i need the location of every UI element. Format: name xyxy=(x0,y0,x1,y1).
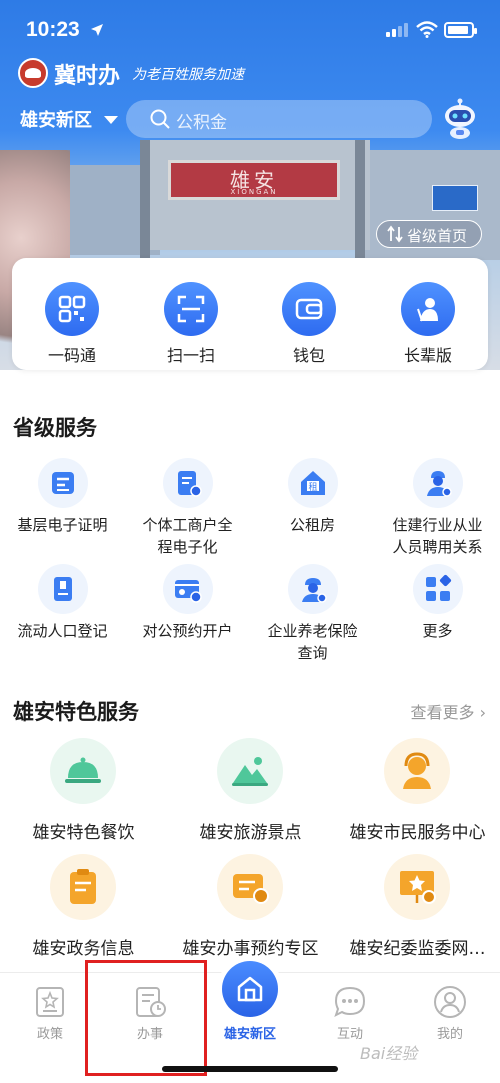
service-label: 企业养老保险 xyxy=(267,622,358,640)
search-icon xyxy=(150,109,170,129)
service-item[interactable]: 个体工商户全 程电子化 xyxy=(125,458,250,558)
featured-label: 雄安办事预约专区 xyxy=(182,939,319,959)
quick-actions-card: 一码通 扫一扫 钱包 长辈版 xyxy=(12,258,488,370)
appointment-icon xyxy=(233,874,269,904)
location-arrow-icon xyxy=(91,24,103,36)
nav-label: 雄安新区 xyxy=(223,1027,276,1042)
section-title: 省级服务 xyxy=(13,416,97,440)
featured-item[interactable]: 雄安办事预约专区 xyxy=(167,854,334,964)
app-slogan: 为老百姓服务加速 xyxy=(132,67,244,83)
quick-action-wallet[interactable]: 钱包 xyxy=(259,282,359,368)
featured-item[interactable]: 雄安特色餐饮 xyxy=(0,738,167,848)
provincial-home-label: 省级首页 xyxy=(407,227,468,245)
status-bar: 10:23 xyxy=(0,0,500,50)
featured-item[interactable]: 雄安纪委监委网… xyxy=(334,854,500,964)
search-bar[interactable]: 公积金 xyxy=(126,100,432,138)
home-icon xyxy=(237,976,263,1002)
quick-action-label: 扫一扫 xyxy=(166,346,215,365)
quick-action-scan[interactable]: 扫一扫 xyxy=(141,282,241,368)
featured-label: 雄安政务信息 xyxy=(32,939,135,959)
user-icon xyxy=(434,986,466,1018)
search-input[interactable]: 公积金 xyxy=(176,108,227,133)
service-item[interactable]: 对公预约开户 xyxy=(125,564,250,664)
construction-worker-icon xyxy=(427,471,452,497)
service-item[interactable]: 更多 xyxy=(375,564,500,664)
rental-house-icon: 租 xyxy=(301,471,325,495)
registration-book-icon xyxy=(54,577,72,601)
status-time: 10:23 xyxy=(26,18,80,41)
featured-label: 雄安旅游景点 xyxy=(199,823,302,843)
featured-item[interactable]: 雄安政务信息 xyxy=(0,854,167,964)
banner-pillar xyxy=(355,140,365,270)
view-more-label: 查看更多 xyxy=(410,703,475,722)
certificate-icon xyxy=(52,472,74,494)
banner-pillar xyxy=(140,140,150,270)
nav-item-mine[interactable]: 我的 xyxy=(400,979,500,1042)
award-board-icon xyxy=(400,871,436,904)
service-item[interactable]: 基层电子证明 xyxy=(0,458,125,558)
region-selector[interactable]: 雄安新区 xyxy=(20,106,92,132)
service-label: 流动人口登记 xyxy=(17,622,108,640)
service-item[interactable]: 企业养老保险 查询 xyxy=(250,564,375,664)
home-indicator[interactable] xyxy=(162,1066,338,1072)
highlight-annotation-box xyxy=(85,960,207,1076)
elder-icon xyxy=(417,298,438,322)
road-sign xyxy=(432,185,478,211)
quick-action-label: 长辈版 xyxy=(403,346,452,365)
banner-sign: 雄安 XIONGAN xyxy=(168,160,340,200)
more-grid-icon xyxy=(426,574,452,601)
scan-icon xyxy=(177,295,205,323)
featured-label: 雄安纪委监委网… xyxy=(349,939,486,959)
featured-item[interactable]: 雄安市民服务中心 xyxy=(334,738,500,848)
id-card-clock-icon xyxy=(175,580,202,603)
section-title: 雄安特色服务 xyxy=(13,700,139,724)
app-name: 冀时办 xyxy=(54,64,121,89)
view-more-link[interactable]: 查看更多 › xyxy=(410,699,486,723)
service-label: 查询 xyxy=(297,644,328,662)
clipboard-icon xyxy=(70,869,96,904)
service-label: 对公预约开户 xyxy=(142,622,233,640)
featured-label: 雄安特色餐饮 xyxy=(32,823,135,843)
qr-code-icon xyxy=(58,295,86,323)
service-agent-icon xyxy=(403,752,431,789)
service-label: 更多 xyxy=(422,622,453,640)
nav-item-home[interactable]: 雄安新区 xyxy=(200,961,300,1042)
robot-assistant-icon[interactable] xyxy=(442,98,478,140)
service-label: 个体工商户全 xyxy=(142,516,233,534)
swap-arrows-icon xyxy=(387,225,403,243)
service-item[interactable]: 租 公租房 xyxy=(250,458,375,558)
cellular-signal-icon xyxy=(386,23,408,37)
quick-action-label: 钱包 xyxy=(292,346,325,365)
provincial-home-button[interactable]: 省级首页 xyxy=(376,220,482,248)
battery-icon xyxy=(444,22,477,38)
elder-insurance-icon xyxy=(302,578,327,603)
policy-icon xyxy=(36,987,64,1017)
nav-item-interact[interactable]: 互动 xyxy=(300,979,400,1042)
mountain-icon xyxy=(232,757,268,786)
watermark: Bai经验 xyxy=(360,1044,418,1063)
chat-icon xyxy=(334,986,366,1017)
service-label: 住建行业从业 xyxy=(392,516,483,534)
service-label: 人员聘用关系 xyxy=(392,538,483,556)
svg-text:租: 租 xyxy=(308,482,317,493)
chevron-right-icon: › xyxy=(479,703,486,722)
wallet-icon xyxy=(295,298,323,320)
app-logo xyxy=(18,58,48,88)
business-document-icon xyxy=(178,471,202,497)
quick-action-elder[interactable]: 长辈版 xyxy=(378,282,478,368)
caret-down-icon[interactable] xyxy=(104,116,118,124)
wifi-icon xyxy=(416,21,438,38)
quick-action-qr[interactable]: 一码通 xyxy=(22,282,122,368)
food-cloche-icon xyxy=(65,757,101,783)
service-item[interactable]: 流动人口登记 xyxy=(0,564,125,664)
service-item[interactable]: 住建行业从业 人员聘用关系 xyxy=(375,458,500,558)
quick-action-label: 一码通 xyxy=(47,346,96,365)
banner-sign-subtitle: XIONGAN xyxy=(230,188,278,196)
service-label: 公租房 xyxy=(289,516,335,534)
service-label: 程电子化 xyxy=(157,538,218,556)
service-label: 基层电子证明 xyxy=(17,516,108,534)
featured-item[interactable]: 雄安旅游景点 xyxy=(167,738,334,848)
featured-label: 雄安市民服务中心 xyxy=(349,823,486,843)
